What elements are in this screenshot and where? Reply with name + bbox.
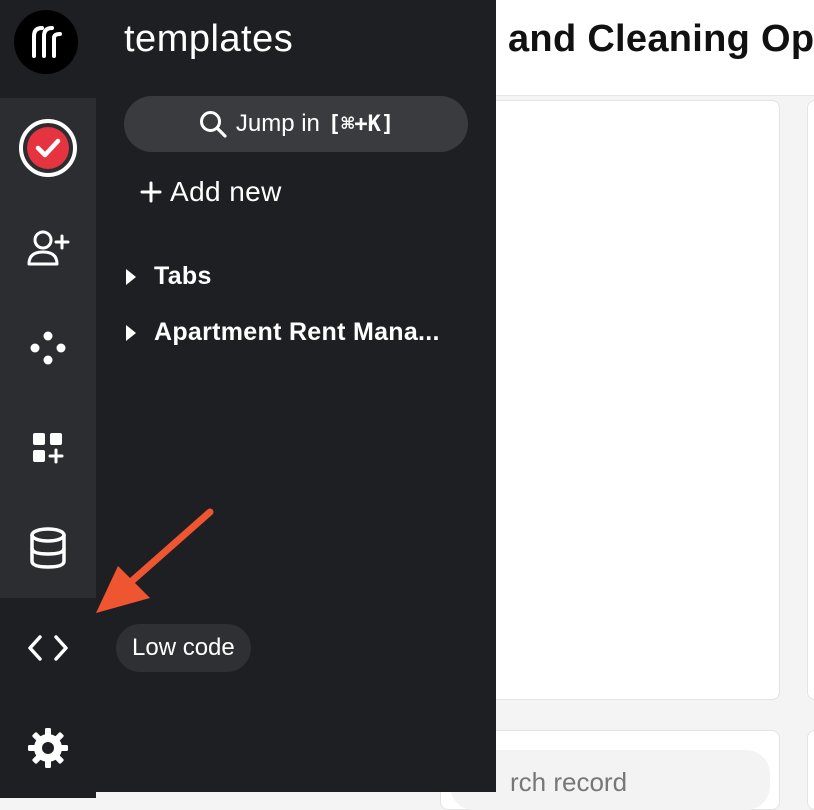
plus-icon — [140, 181, 162, 203]
user-plus-icon — [27, 230, 70, 266]
search-card-side — [807, 730, 814, 810]
add-new-label: Add new — [170, 176, 282, 207]
rail-item-apps[interactable] — [0, 398, 96, 498]
apps-add-icon — [33, 433, 64, 464]
search-record-input[interactable]: rch record — [450, 750, 770, 810]
search-icon — [199, 111, 227, 138]
check-circle-icon — [19, 119, 77, 177]
jump-in-button[interactable]: Jump in [⌘+K] — [124, 96, 468, 152]
tree-item-label: Apartment Rent Mana... — [154, 318, 440, 346]
caret-right-icon — [126, 324, 136, 341]
low-code-tooltip: Low code — [116, 624, 251, 672]
rail-item-tasks[interactable] — [0, 98, 96, 198]
icon-rail — [0, 0, 96, 798]
tree-item-label: Tabs — [154, 262, 212, 290]
nodes-icon — [30, 331, 66, 365]
rail-item-low-code[interactable] — [0, 598, 96, 698]
page-title: and Cleaning Op — [508, 18, 814, 60]
rail-item-integrations[interactable] — [0, 298, 96, 398]
jump-in-label: Jump in — [235, 110, 320, 137]
content-card-side — [807, 100, 814, 700]
caret-right-icon — [126, 268, 136, 285]
code-icon — [28, 635, 68, 661]
add-new-button[interactable]: Add new — [140, 176, 282, 208]
tree-item-apartment-rent[interactable]: Apartment Rent Mana... — [126, 318, 440, 347]
rail-item-database[interactable] — [0, 498, 96, 598]
tree-item-tabs[interactable]: Tabs — [126, 262, 212, 291]
search-record-placeholder: rch record — [510, 767, 628, 797]
rail-header — [0, 0, 96, 98]
database-icon — [30, 527, 66, 569]
logo-icon[interactable] — [14, 10, 78, 74]
panel-title: templates — [124, 18, 294, 60]
jump-in-shortcut: [⌘+K] — [327, 111, 395, 137]
rail-item-settings[interactable] — [0, 698, 96, 798]
rail-item-invite-user[interactable] — [0, 198, 96, 298]
gear-icon — [28, 728, 68, 768]
main-header: and Cleaning Op — [496, 0, 814, 96]
templates-panel: templates Jump in [⌘+K] Add new Tabs Apa… — [96, 0, 496, 792]
